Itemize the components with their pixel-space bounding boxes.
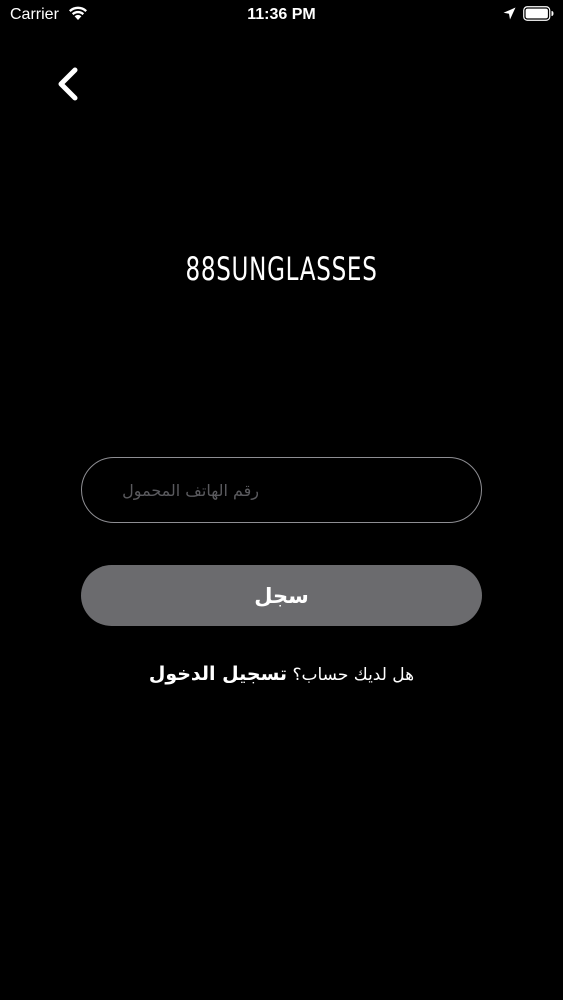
login-prompt-text: هل لديك حساب؟ [292,665,415,685]
location-arrow-icon [503,7,516,20]
brand-title: 88SUNGLASSES [185,250,378,288]
status-bar: Carrier 11:36 PM [0,0,563,30]
chevron-left-icon [58,67,78,101]
status-time: 11:36 PM [247,6,316,23]
back-button[interactable] [48,62,88,106]
register-button[interactable]: سجل [81,565,482,626]
login-link[interactable]: تسجيل الدخول [149,663,287,685]
phone-number-input[interactable] [81,457,482,523]
login-prompt-row: هل لديك حساب؟ تسجيل الدخول [0,660,563,689]
battery-icon [523,6,554,21]
